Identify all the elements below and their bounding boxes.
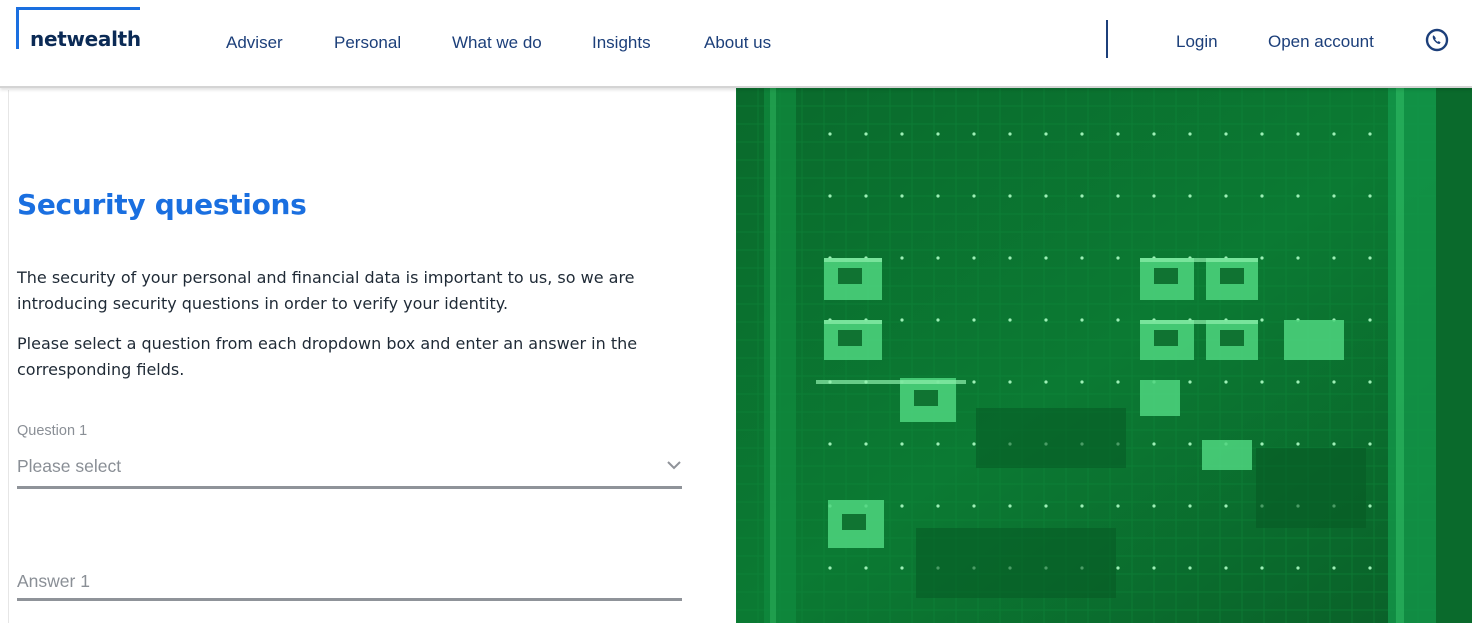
phone-icon[interactable] (1425, 28, 1449, 52)
nav-what-we-do[interactable]: What we do (452, 33, 542, 53)
question1-select[interactable]: Please select (17, 447, 682, 489)
panel-edge (0, 90, 9, 623)
answer1-input[interactable] (17, 565, 682, 598)
logo-bar-horizontal (16, 7, 140, 10)
nav-personal[interactable]: Personal (334, 33, 401, 53)
security-questions-panel: Security questions The security of your … (0, 90, 736, 623)
logo-bar-vertical (16, 9, 19, 49)
answer1-field[interactable] (17, 565, 682, 601)
chevron-down-icon (667, 461, 681, 470)
page-title: Security questions (17, 188, 307, 221)
nav-about-us[interactable]: About us (704, 33, 771, 53)
nav-divider (1106, 20, 1108, 58)
open-account-link[interactable]: Open account (1268, 32, 1374, 52)
site-header: netwealth Adviser Personal What we do In… (0, 0, 1472, 88)
netwealth-logo[interactable]: netwealth (16, 7, 142, 51)
login-link[interactable]: Login (1176, 32, 1218, 52)
logo-wordmark: netwealth (30, 27, 141, 51)
question1-selected-value: Please select (17, 456, 122, 476)
nav-insights[interactable]: Insights (592, 33, 651, 53)
intro-paragraph: The security of your personal and financ… (17, 268, 635, 313)
instruction-paragraph: Please select a question from each dropd… (17, 334, 638, 379)
building-hero-image (736, 88, 1472, 623)
nav-adviser[interactable]: Adviser (226, 33, 283, 53)
question1-label: Question 1 (17, 423, 88, 439)
